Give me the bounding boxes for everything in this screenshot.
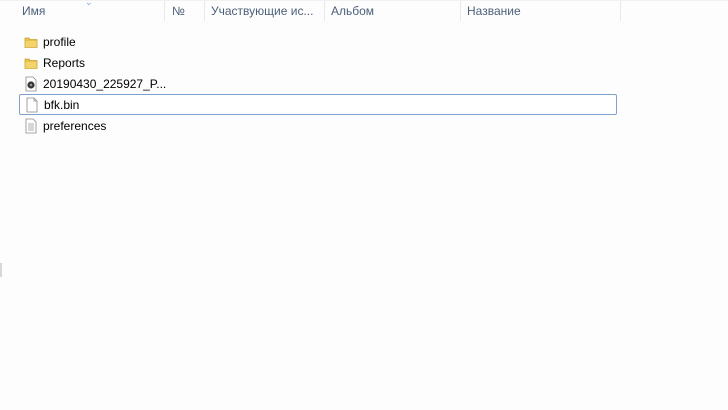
file-list-window: Имя ⌄ № Участвующие ис... Альбом Названи… <box>0 0 728 410</box>
text-file-icon <box>23 118 39 134</box>
column-header-number[interactable]: № <box>172 1 202 21</box>
column-header-artists[interactable]: Участвующие ис... <box>211 1 323 21</box>
list-item-reports[interactable]: Reports <box>19 52 617 73</box>
file-name: profile <box>43 34 76 49</box>
resize-grip[interactable] <box>0 263 2 277</box>
list-item-profile[interactable]: profile <box>19 31 617 52</box>
column-divider[interactable] <box>164 1 165 21</box>
list-item-preferences[interactable]: preferences <box>19 115 617 136</box>
file-name: 20190430_225927_P... <box>43 76 167 91</box>
sort-ascending-icon: ⌄ <box>85 0 93 7</box>
file-name: preferences <box>43 118 107 133</box>
column-header-album[interactable]: Альбом <box>331 1 457 21</box>
list-item-media-file[interactable]: 20190430_225927_P... <box>19 73 617 94</box>
column-divider[interactable] <box>620 1 621 21</box>
folder-icon <box>23 55 39 71</box>
column-divider[interactable] <box>204 1 205 21</box>
column-header-bar: Имя ⌄ № Участвующие ис... Альбом Названи… <box>0 0 728 21</box>
column-divider[interactable] <box>460 1 461 21</box>
media-file-icon <box>23 76 39 92</box>
list-item-bfk-bin[interactable]: bfk.bin <box>19 94 617 115</box>
column-header-title[interactable]: Название <box>467 1 617 21</box>
blank-file-icon <box>24 97 40 113</box>
file-name: bfk.bin <box>44 97 80 112</box>
folder-icon <box>23 34 39 50</box>
file-name: Reports <box>43 55 86 70</box>
column-divider[interactable] <box>324 1 325 21</box>
